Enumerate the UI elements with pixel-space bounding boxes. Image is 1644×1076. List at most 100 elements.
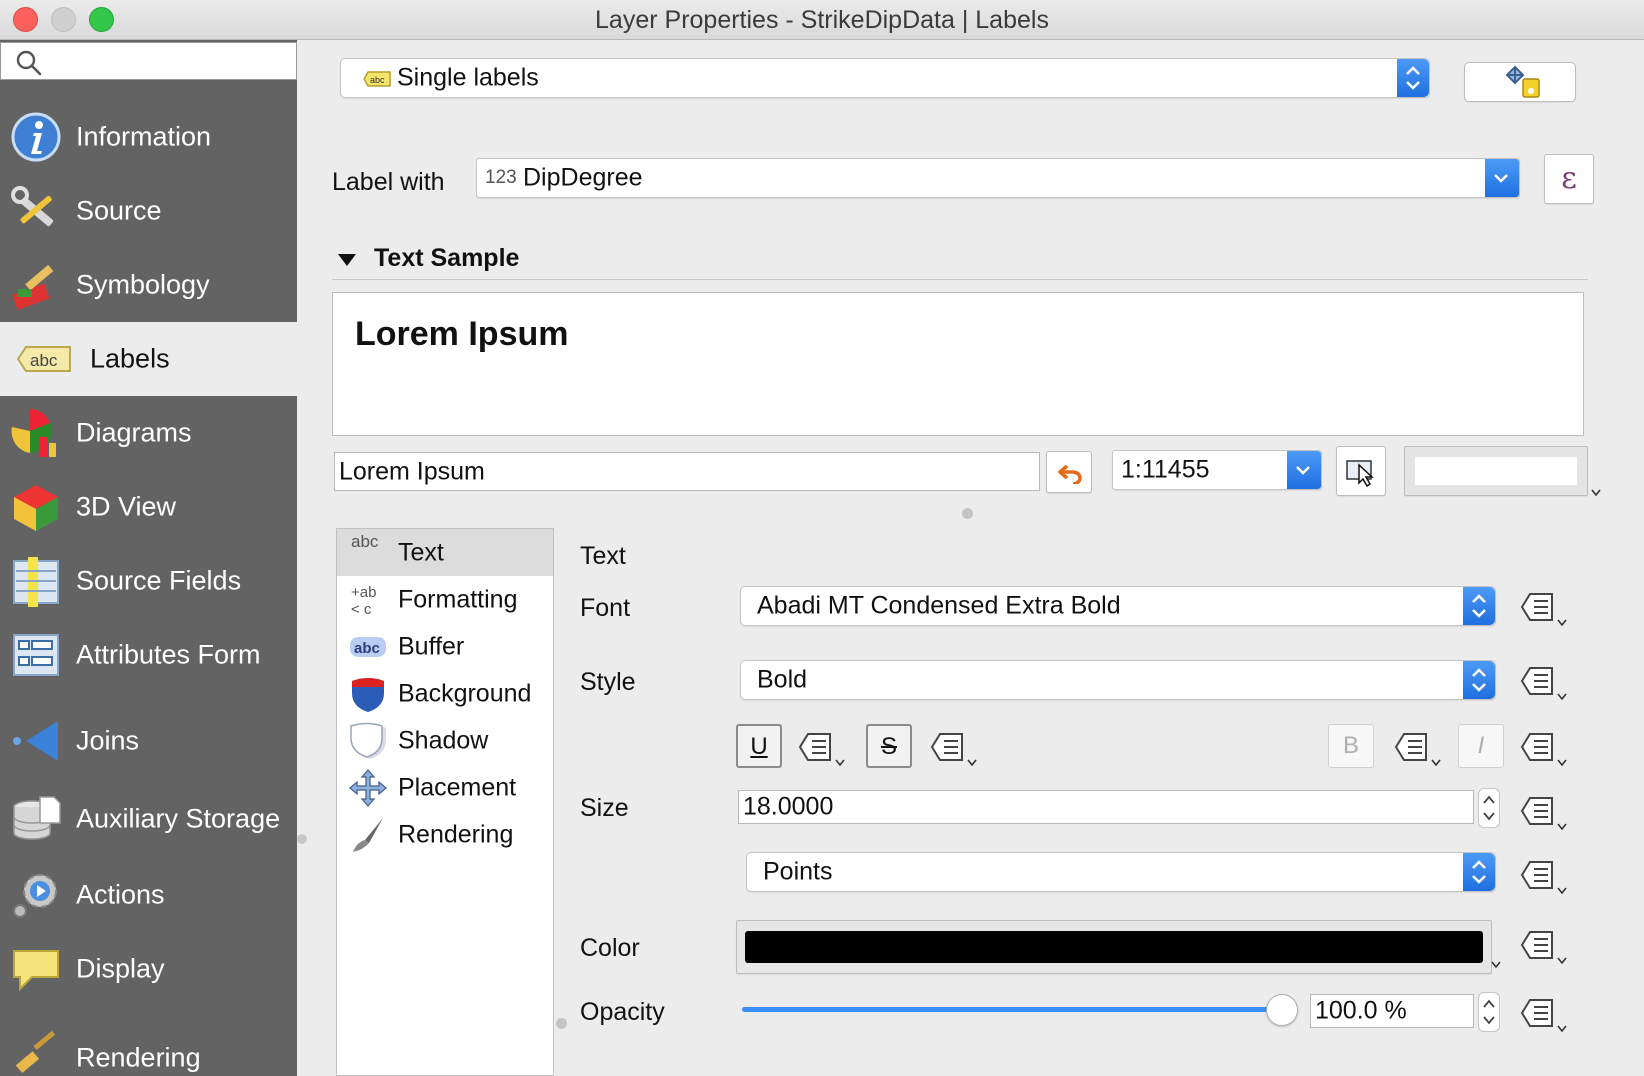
sidebar-item-diagrams[interactable]: Diagrams	[0, 396, 297, 470]
text-sample-header[interactable]: Text Sample	[332, 240, 1588, 280]
rules-toggle-button[interactable]	[1464, 62, 1576, 102]
sidebar-search-input[interactable]	[0, 42, 297, 80]
sidebar-item-attributes-form[interactable]: Attributes Form	[0, 618, 297, 692]
sidebar-item-information[interactable]: Information	[0, 100, 297, 174]
data-defined-override-icon	[1520, 931, 1567, 965]
undo-arrow-icon	[1058, 464, 1082, 484]
sidebar-item-display[interactable]: Display	[0, 932, 297, 1006]
font-data-defined-button[interactable]	[1518, 588, 1572, 630]
sidebar-item-source-fields[interactable]: Source Fields	[0, 544, 297, 618]
sidebar-item-3d-view[interactable]: 3D View	[0, 470, 297, 544]
bold-button[interactable]: B	[1328, 724, 1374, 768]
preview-background-color-button[interactable]	[1404, 446, 1588, 496]
tab-placement[interactable]: Placement	[337, 764, 553, 811]
style-stepper[interactable]	[1463, 661, 1495, 699]
paintbrush-icon	[12, 264, 54, 310]
speech-bubble-icon	[13, 950, 59, 992]
sidebar: Information Source Symbology abc Labels	[0, 40, 297, 1076]
up-down-chevron-icon	[1483, 795, 1495, 821]
placement-arrows-icon	[349, 768, 387, 807]
sidebar-item-symbology[interactable]: Symbology	[0, 248, 297, 322]
sidebar-item-rendering[interactable]: Rendering	[0, 1006, 297, 1076]
up-down-chevron-icon	[1483, 999, 1495, 1025]
opacity-slider-thumb[interactable]	[1266, 994, 1298, 1026]
size-unit-select[interactable]: Points	[746, 852, 1496, 892]
tab-buffer[interactable]: abc Buffer	[337, 623, 553, 670]
size-unit-stepper[interactable]	[1463, 853, 1495, 891]
join-icon	[13, 721, 58, 761]
expression-button[interactable]: ε	[1544, 154, 1594, 204]
sidebar-item-auxiliary-storage[interactable]: Auxiliary Storage	[0, 782, 297, 856]
font-select[interactable]: Abadi MT Condensed Extra Bold	[740, 586, 1496, 626]
labeling-mode-stepper[interactable]	[1397, 59, 1429, 97]
size-data-defined-button[interactable]	[1518, 792, 1572, 834]
sidebar-item-label: Symbology	[76, 269, 210, 300]
wrench-screwdriver-icon	[11, 186, 54, 227]
chevron-down-icon	[1296, 466, 1310, 475]
sidebar-splitter-handle[interactable]	[297, 834, 307, 844]
title-bar: Layer Properties - StrikeDipData | Label…	[0, 0, 1644, 40]
splitter-handle[interactable]	[962, 508, 973, 519]
labeling-mode-select[interactable]: abc Single labels	[340, 58, 1430, 98]
up-down-chevron-icon	[1472, 860, 1486, 884]
size-unit-data-defined-button[interactable]	[1518, 856, 1572, 898]
data-defined-override-icon	[930, 733, 977, 767]
sample-text-value: Lorem Ipsum	[339, 457, 485, 485]
label-field-dropdown-button[interactable]	[1485, 159, 1519, 197]
opacity-spinbox-arrows[interactable]	[1478, 992, 1500, 1032]
preview-text: Lorem Ipsum	[355, 315, 569, 353]
scale-dropdown-button[interactable]	[1287, 451, 1321, 489]
style-data-defined-button[interactable]	[1518, 662, 1572, 704]
label-with-caption: Label with	[332, 168, 445, 196]
bold-data-defined-button[interactable]	[1392, 728, 1446, 770]
label-field-select[interactable]: 123 DipDegree	[476, 158, 1520, 198]
sidebar-item-label: Display	[76, 953, 165, 984]
opacity-value: 100.0 %	[1315, 996, 1407, 1025]
opacity-data-defined-button[interactable]	[1518, 994, 1572, 1036]
set-scale-from-canvas-button[interactable]	[1336, 446, 1386, 496]
sidebar-item-joins[interactable]: Joins	[0, 704, 297, 778]
strikeout-button[interactable]: S	[866, 724, 912, 768]
preview-scale-select[interactable]: 1:11455	[1112, 450, 1322, 490]
info-icon	[11, 112, 61, 162]
color-data-defined-button[interactable]	[1518, 926, 1572, 968]
tab-label: Shadow	[398, 726, 489, 754]
underline-data-defined-button[interactable]	[796, 728, 850, 770]
tab-formatting[interactable]: +ab < c Formatting	[337, 576, 553, 623]
tab-text[interactable]: abc Text	[337, 529, 553, 576]
opacity-input[interactable]: 100.0 %	[1310, 994, 1474, 1028]
font-stepper[interactable]	[1463, 587, 1495, 625]
up-down-chevron-icon	[1406, 66, 1420, 90]
opacity-label: Opacity	[580, 998, 665, 1026]
sidebar-item-label: Labels	[90, 343, 170, 374]
reset-sample-button[interactable]	[1046, 451, 1092, 493]
strikeout-data-defined-button[interactable]	[928, 728, 982, 770]
style-select[interactable]: Bold	[740, 660, 1496, 700]
sidebar-item-label: Attributes Form	[76, 639, 261, 670]
sidebar-item-labels[interactable]: abc Labels	[0, 322, 297, 396]
size-spinbox-arrows[interactable]	[1478, 788, 1500, 828]
tab-shadow[interactable]: Shadow	[337, 717, 553, 764]
search-icon	[16, 50, 42, 76]
data-defined-override-icon	[1520, 667, 1567, 701]
actions-gear-icon	[13, 874, 57, 918]
diagram-chart-icon	[11, 409, 56, 457]
sample-text-input[interactable]: Lorem Ipsum	[334, 452, 1040, 491]
window-title: Layer Properties - StrikeDipData | Label…	[595, 6, 1049, 34]
tab-rendering[interactable]: Rendering	[337, 811, 553, 858]
sidebar-item-source[interactable]: Source	[0, 174, 297, 248]
italic-button[interactable]: I	[1458, 724, 1504, 768]
svg-text:+ab: +ab	[351, 584, 376, 601]
svg-text:abc: abc	[370, 75, 385, 85]
rendering-brush-icon	[15, 1030, 56, 1074]
underline-button[interactable]: U	[736, 724, 782, 768]
buffer-abc-icon: abc	[350, 636, 386, 657]
text-color-button[interactable]	[736, 920, 1492, 974]
splitter-handle[interactable]	[556, 1018, 567, 1029]
italic-data-defined-button[interactable]	[1518, 728, 1572, 770]
size-input[interactable]: 18.0000	[738, 790, 1474, 824]
opacity-slider-track[interactable]	[742, 1007, 1282, 1012]
tab-background[interactable]: Background	[337, 670, 553, 717]
sidebar-item-actions[interactable]: Actions	[0, 858, 297, 932]
abc-label-icon: abc	[363, 71, 391, 87]
